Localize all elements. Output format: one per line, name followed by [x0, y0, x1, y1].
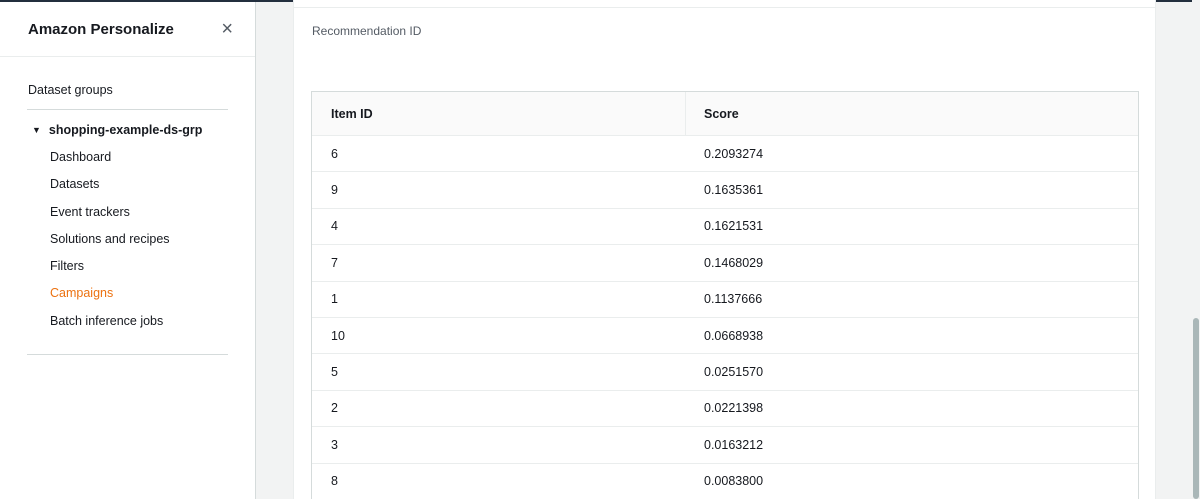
dataset-group-name: shopping-example-ds-grp	[48, 123, 203, 137]
table-body: 6 0.2093274 9 0.1635361 4 0.1621531 7 0.1468029…	[312, 136, 1138, 499]
sidebar-dataset-group[interactable]: ▼ shopping-example-ds-grp	[32, 123, 202, 137]
recommendation-id-label: Recommendation ID	[312, 24, 422, 38]
sidebar-item-dataset-groups[interactable]: Dataset groups	[28, 83, 113, 97]
score-cell: 0.0221398	[704, 401, 764, 416]
table-row: 2 0.0221398	[312, 391, 1138, 428]
table-row: 6 0.2093274	[312, 136, 1138, 173]
score-cell: 0.0083800	[704, 474, 764, 489]
sidebar-item-dashboard[interactable]: Dashboard	[50, 150, 170, 177]
item-id-cell: 2	[331, 401, 338, 416]
item-id-cell: 5	[331, 365, 338, 380]
table-row: 3 0.0163212	[312, 427, 1138, 464]
recommendations-table: Item ID Score 6 0.2093274 9 0.1635361 4 0.162…	[311, 91, 1139, 499]
sidebar-divider	[27, 109, 228, 110]
score-cell: 0.2093274	[704, 146, 764, 161]
sidebar-header: Amazon Personalize ×	[0, 2, 255, 57]
sidebar-title: Amazon Personalize	[28, 20, 174, 38]
table-row: 1 0.1137666	[312, 282, 1138, 318]
sidebar-item-datasets[interactable]: Datasets	[50, 177, 170, 204]
table-row: 7 0.1468029	[312, 245, 1138, 282]
item-id-cell: 3	[331, 437, 338, 452]
sidebar-item-filters[interactable]: Filters	[50, 259, 170, 286]
score-cell: 0.0668938	[704, 328, 764, 343]
item-id-cell: 7	[331, 255, 338, 270]
close-icon[interactable]: ×	[221, 19, 233, 39]
sidebar-item-event-trackers[interactable]: Event trackers	[50, 205, 170, 232]
score-cell: 0.0163212	[704, 437, 764, 452]
table-row: 5 0.0251570	[312, 354, 1138, 391]
sidebar-item-solutions-and-recipes[interactable]: Solutions and recipes	[50, 232, 170, 259]
item-id-cell: 9	[331, 183, 338, 198]
recommendations-panel: Recommendation ID Item ID Score 6 0.20932…	[293, 0, 1156, 499]
sidebar-divider	[27, 354, 228, 355]
table-row: 4 0.1621531	[312, 209, 1138, 246]
item-id-cell: 10	[331, 328, 345, 343]
item-id-cell: 4	[331, 219, 338, 234]
score-cell: 0.1137666	[704, 292, 763, 307]
item-id-cell: 6	[331, 146, 338, 161]
scrollbar-thumb[interactable]	[1193, 318, 1199, 499]
sidebar: Amazon Personalize × Dataset groups ▼ sh…	[0, 2, 256, 499]
score-cell: 0.1635361	[704, 183, 764, 198]
table-header: Item ID Score	[312, 92, 1138, 136]
sidebar-item-campaigns[interactable]: Campaigns	[50, 286, 170, 313]
item-id-cell: 8	[331, 474, 338, 489]
table-row: 10 0.0668938	[312, 318, 1138, 355]
sidebar-nav: Dashboard Datasets Event trackers Soluti…	[50, 150, 170, 341]
score-cell: 0.0251570	[704, 365, 764, 380]
column-header-item-id[interactable]: Item ID	[312, 92, 686, 135]
column-header-score[interactable]: Score	[686, 107, 739, 121]
table-row: 8 0.0083800	[312, 464, 1138, 499]
item-id-cell: 1	[331, 292, 338, 307]
sidebar-item-batch-inference-jobs[interactable]: Batch inference jobs	[50, 314, 170, 341]
score-cell: 0.1621531	[704, 219, 764, 234]
table-row: 9 0.1635361	[312, 172, 1138, 209]
caret-down-icon[interactable]: ▼	[32, 125, 41, 135]
score-cell: 0.1468029	[704, 255, 764, 270]
panel-top-border	[294, 0, 1155, 8]
